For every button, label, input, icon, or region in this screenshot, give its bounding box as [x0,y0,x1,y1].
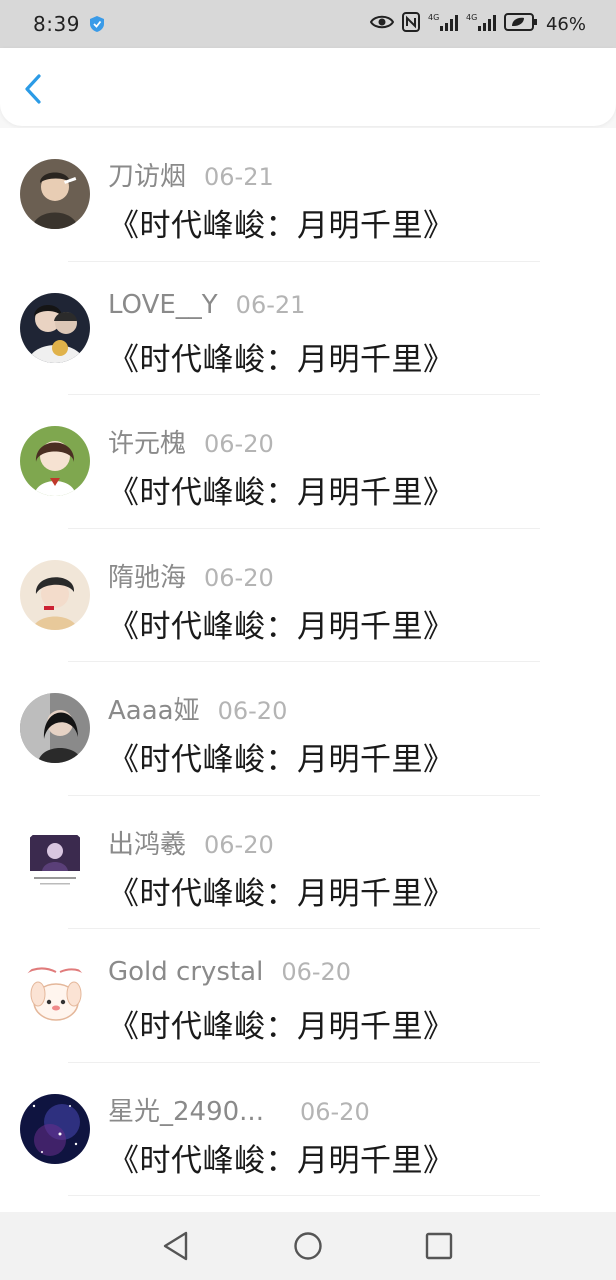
book-title[interactable]: 《时代峰峻：月明千里》 [108,334,455,379]
book-title[interactable]: 《时代峰峻：月明千里》 [108,467,455,512]
square-recents-icon [425,1232,453,1260]
book-title[interactable]: 《时代峰峻：月明千里》 [108,868,455,913]
date: 06-21 [204,163,274,191]
list-item[interactable]: 刀访烟 06-21 《时代峰峻：月明千里》 [0,128,616,262]
avatar[interactable] [20,1093,90,1164]
network-label-1: 4G [428,13,439,22]
date: 06-20 [204,830,274,859]
avatar[interactable] [20,559,90,630]
battery-icon [503,13,538,35]
date: 06-21 [235,290,306,319]
reader-list: 刀访烟 06-21 《时代峰峻：月明千里》 LOVE__Y 06-21 《时代峰… [0,128,616,1212]
meta-row: 星光_2490... 06-20 [108,1091,370,1128]
username[interactable]: 隋驰海 [108,557,186,594]
avatar[interactable] [20,693,90,763]
divider [68,1195,540,1196]
network-label-2: 4G [466,13,477,22]
avatar[interactable] [20,426,90,496]
username[interactable]: Gold crystal [108,957,263,987]
chevron-left-icon [25,74,41,104]
meta-row: LOVE__Y 06-21 [108,290,305,320]
nav-back-button[interactable] [160,1230,192,1262]
book-title[interactable]: 《时代峰峻：月明千里》 [108,200,455,245]
nav-home-button[interactable] [292,1230,324,1262]
back-button[interactable] [18,72,48,106]
username[interactable]: 刀访烟 [108,156,186,193]
avatar[interactable] [20,826,90,897]
book-title[interactable]: 《时代峰峻：月明千里》 [108,601,455,646]
username[interactable]: 出鸿羲 [108,824,186,861]
circle-home-icon [294,1232,322,1260]
avatar[interactable] [20,159,90,229]
date: 06-20 [217,697,288,725]
date: 06-20 [281,958,352,986]
meta-row: 许元槐 06-20 [108,423,274,460]
header-bar [0,48,616,126]
eye-icon [369,14,395,34]
battery-percent: 46% [545,13,586,35]
username[interactable]: Aaaa娅 [108,690,200,727]
list-item[interactable]: LOVE__Y 06-21 《时代峰峻：月明千里》 [0,262,616,395]
meta-row: 刀访烟 06-21 [108,156,274,193]
shield-icon [88,15,106,33]
username[interactable]: LOVE__Y [108,290,218,320]
list-item[interactable]: Gold crystal 06-20 《时代峰峻：月明千里》 [0,929,616,1063]
username[interactable]: 星光_2490... [108,1091,264,1128]
signal-icon-2: 4G [466,12,496,36]
status-icons: 4G 4G 46% [369,12,586,36]
book-title[interactable]: 《时代峰峻：月明千里》 [108,734,455,779]
meta-row: Gold crystal 06-20 [108,957,351,987]
list-item[interactable]: 许元槐 06-20 《时代峰峻：月明千里》 [0,395,616,529]
book-title[interactable]: 《时代峰峻：月明千里》 [108,1135,455,1180]
nav-recents-button[interactable] [423,1230,455,1262]
signal-icon-1: 4G [428,12,458,36]
meta-row: Aaaa娅 06-20 [108,690,287,727]
date: 06-20 [204,563,274,592]
username[interactable]: 许元槐 [108,423,186,460]
status-time: 8:39 [33,12,80,36]
triangle-back-icon [163,1231,188,1261]
status-bar: 8:39 4G 4G 46% [0,0,616,48]
system-nav-bar [0,1212,616,1280]
list-item[interactable]: 隋驰海 06-20 《时代峰峻：月明千里》 [0,529,616,662]
list-item[interactable]: 星光_2490... 06-20 《时代峰峻：月明千里》 [0,1063,616,1196]
meta-row: 出鸿羲 06-20 [108,824,274,861]
avatar[interactable] [20,292,90,363]
date: 06-20 [204,430,274,458]
avatar[interactable] [20,960,90,1030]
date: 06-20 [299,1097,370,1126]
meta-row: 隋驰海 06-20 [108,557,274,594]
nfc-icon [401,12,420,36]
book-title[interactable]: 《时代峰峻：月明千里》 [108,1001,455,1046]
list-item[interactable]: Aaaa娅 06-20 《时代峰峻：月明千里》 [0,662,616,796]
list-item[interactable]: 出鸿羲 06-20 《时代峰峻：月明千里》 [0,796,616,929]
